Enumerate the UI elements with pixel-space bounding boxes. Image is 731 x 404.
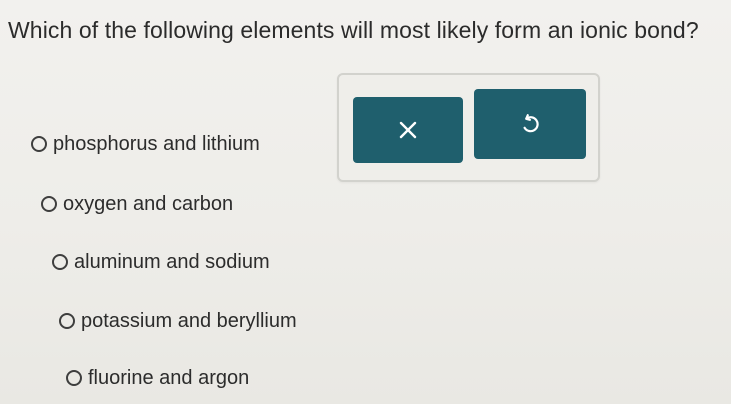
option-oxygen-carbon[interactable]: oxygen and carbon — [41, 192, 233, 216]
answer-options: phosphorus and lithium oxygen and carbon… — [0, 0, 731, 404]
option-label: aluminum and sodium — [74, 251, 270, 273]
option-phosphorus-lithium[interactable]: phosphorus and lithium — [31, 132, 260, 156]
radio-button[interactable] — [52, 254, 68, 270]
undo-icon — [518, 112, 542, 136]
option-label: phosphorus and lithium — [53, 133, 260, 155]
option-fluorine-argon[interactable]: fluorine and argon — [66, 366, 249, 390]
radio-button[interactable] — [41, 196, 57, 212]
clear-button[interactable] — [353, 97, 463, 163]
close-icon — [397, 119, 419, 141]
option-label: potassium and beryllium — [81, 310, 297, 332]
answer-toolbar — [337, 73, 600, 182]
radio-button[interactable] — [31, 136, 47, 152]
undo-button[interactable] — [474, 89, 586, 159]
radio-button[interactable] — [66, 370, 82, 386]
option-label: oxygen and carbon — [63, 193, 234, 215]
radio-button[interactable] — [59, 313, 75, 329]
option-potassium-beryllium[interactable]: potassium and beryllium — [59, 309, 297, 333]
option-label: fluorine and argon — [88, 367, 250, 389]
option-aluminum-sodium[interactable]: aluminum and sodium — [52, 250, 270, 274]
